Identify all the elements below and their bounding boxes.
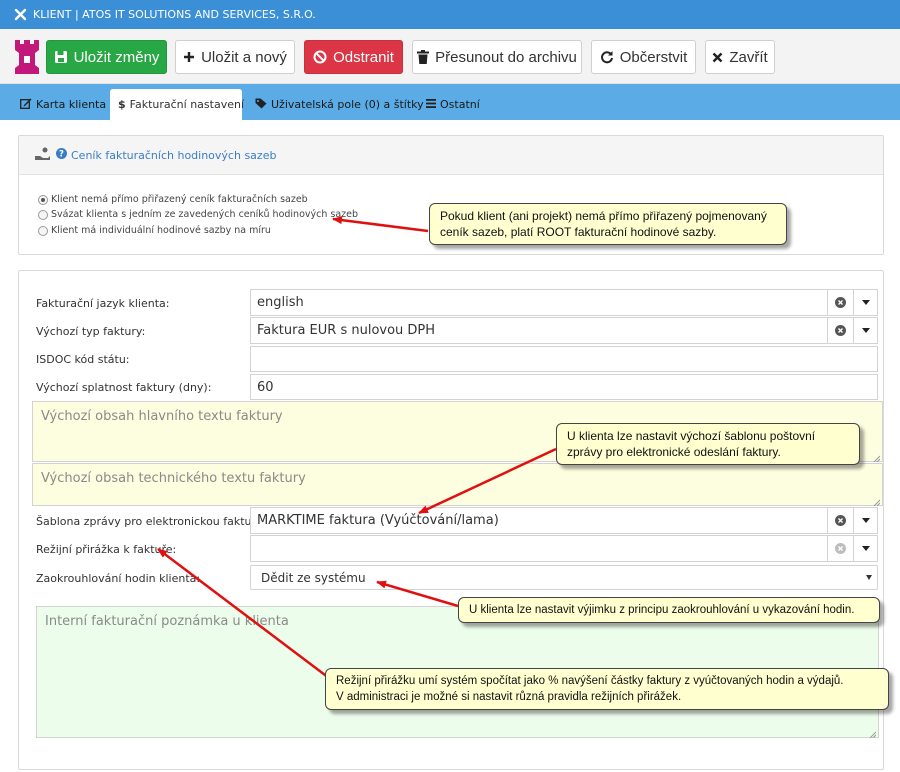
resize-handle-icon[interactable]	[868, 727, 877, 739]
list-icon	[426, 98, 436, 111]
rates-panel-header: ? Ceník fakturačních hodinových sazeb	[19, 136, 883, 175]
email-template-label: Šablona zprávy pro elektronickou faktura…	[36, 515, 276, 528]
overhead-label: Režijní přirážka k faktuře:	[36, 543, 177, 556]
clear-icon[interactable]	[827, 508, 853, 533]
tag-icon	[255, 98, 267, 112]
chevron-down-icon[interactable]	[853, 290, 877, 315]
isdoc-label: ISDOC kód státu:	[36, 353, 130, 366]
refresh-icon	[600, 50, 614, 64]
chevron-down-icon[interactable]	[853, 536, 877, 561]
rook-logo-icon	[12, 38, 42, 74]
toolbar: Uložit změny Uložit a nový Odstranit Pře…	[0, 29, 900, 84]
language-label: Fakturační jazyk klienta:	[36, 297, 170, 310]
tab-user-fields[interactable]: Uživatelská pole (0) a štítky	[247, 89, 432, 120]
radio[interactable]	[38, 209, 48, 220]
rate-option-linked[interactable]: Svázat klienta s jedním ze zavedených ce…	[38, 209, 358, 220]
resize-handle-icon[interactable]	[872, 495, 881, 507]
ban-icon	[313, 50, 327, 64]
invoice-type-label: Výchozí typ faktury:	[36, 325, 146, 338]
help-icon[interactable]: ?	[56, 148, 67, 162]
trash-icon	[417, 50, 430, 64]
window-title: KLIENT | ATOS IT SOLUTIONS AND SERVICES,…	[33, 8, 316, 21]
overhead-select[interactable]	[250, 535, 878, 562]
callout-overhead: Režijní přirážku umí systém spočítat jak…	[325, 668, 889, 710]
clear-icon[interactable]	[827, 318, 853, 343]
save-and-new-button[interactable]: Uložit a nový	[175, 40, 295, 74]
callout-rates: Pokud klient (ani projekt) nemá přímo př…	[429, 203, 787, 245]
chevron-down-icon[interactable]	[853, 318, 877, 343]
rate-option-none[interactable]: Klient nemá přímo přiřazený ceník faktur…	[38, 194, 308, 205]
callout-template: U klienta lze nastavit výchozí šablonu p…	[556, 423, 860, 465]
window-titlebar: KLIENT | ATOS IT SOLUTIONS AND SERVICES,…	[0, 0, 900, 29]
rounding-select[interactable]: Dědit ze systému	[250, 565, 878, 590]
radio[interactable]	[38, 225, 48, 236]
close-button[interactable]: Zavřít	[705, 40, 775, 74]
rate-option-custom[interactable]: Klient má individuální hodinové sazby na…	[38, 225, 271, 236]
callout-rounding: U klienta lze nastavit výjimku z princip…	[458, 597, 880, 623]
tab-other[interactable]: Ostatní	[418, 89, 488, 120]
isdoc-input[interactable]	[250, 346, 878, 372]
svg-text:?: ?	[59, 150, 64, 160]
language-select[interactable]: english	[250, 289, 878, 316]
due-days-input[interactable]: 60	[250, 374, 878, 400]
tech-text-textarea[interactable]: Výchozí obsah technického textu faktury	[32, 463, 883, 507]
tab-billing-settings[interactable]: $ Fakturační nastavení	[110, 89, 244, 120]
rates-panel-title: Ceník fakturačních hodinových sazeb	[71, 148, 277, 162]
refresh-button[interactable]: Občerstvit	[591, 40, 696, 74]
close-icon	[712, 52, 723, 63]
close-window-icon[interactable]	[14, 8, 27, 21]
tab-client-card[interactable]: Karta klienta	[12, 89, 114, 120]
resize-handle-icon[interactable]	[872, 451, 881, 463]
dollar-icon: $	[118, 98, 126, 111]
archive-button[interactable]: Přesunout do archivu	[412, 40, 582, 74]
tab-bar: Karta klienta $ Fakturační nastavení Uži…	[0, 84, 900, 120]
email-template-select[interactable]: MARKTIME faktura (Vyúčtování/lama)	[250, 507, 878, 534]
hand-coin-icon	[34, 147, 52, 164]
rounding-label: Zaokrouhlování hodin klienta:	[36, 572, 201, 585]
chevron-down-icon[interactable]	[853, 508, 877, 533]
clear-icon[interactable]	[827, 536, 853, 561]
edit-icon	[20, 98, 32, 112]
floppy-icon	[54, 50, 68, 64]
radio-selected[interactable]	[38, 194, 48, 205]
delete-button[interactable]: Odstranit	[304, 40, 403, 74]
invoice-type-select[interactable]: Faktura EUR s nulovou DPH	[250, 317, 878, 344]
due-days-label: Výchozí splatnost faktury (dny):	[36, 381, 212, 394]
chevron-down-icon	[866, 575, 872, 580]
save-button[interactable]: Uložit změny	[46, 40, 167, 74]
plus-icon	[183, 51, 195, 63]
clear-icon[interactable]	[827, 290, 853, 315]
